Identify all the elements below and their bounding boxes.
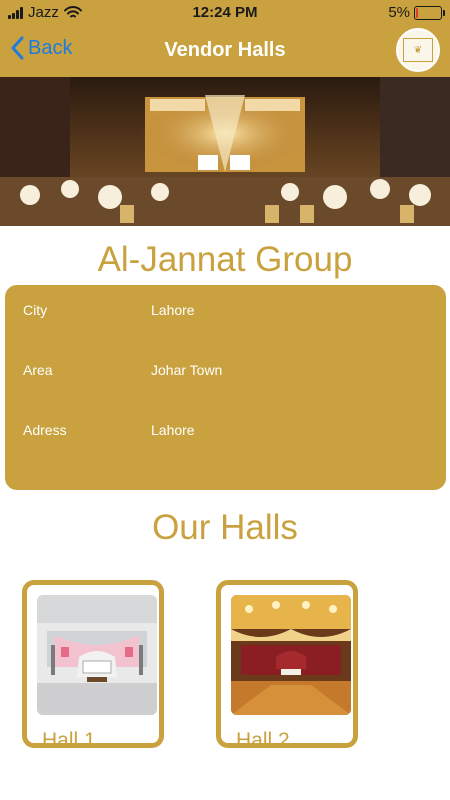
hall-photo [37, 595, 157, 715]
halls-heading: Our Halls [152, 508, 298, 547]
hall-label: Hall 1 [42, 729, 96, 752]
battery-percent: 5% [388, 4, 410, 21]
detail-value: Lahore [151, 422, 195, 438]
detail-label: Adress [23, 422, 67, 438]
vendor-logo[interactable]: ❦ [396, 28, 440, 72]
vendor-details-card: City Lahore Area Johar Town Adress Lahor… [5, 285, 446, 490]
detail-label: Area [23, 362, 53, 378]
hall-label: Hall 2 [236, 729, 290, 752]
detail-row-city: City Lahore [23, 302, 423, 322]
battery-icon [414, 5, 445, 20]
page-title: Vendor Halls [164, 39, 286, 61]
logo-emblem: ❦ [403, 38, 433, 62]
top-bar: Jazz 12:24 PM 5% Back Vendor Halls ❦ [0, 0, 450, 77]
vendor-name: Al-Jannat Group [97, 240, 353, 279]
hall-photo [231, 595, 351, 715]
battery-fill [416, 7, 418, 18]
hall-card-2[interactable]: Hall 2 [216, 580, 358, 752]
hero-image [0, 77, 450, 226]
detail-row-address: Adress Lahore [23, 422, 423, 442]
detail-label: City [23, 302, 48, 318]
navigation-bar: Back Vendor Halls ❦ [0, 28, 450, 74]
detail-value: Lahore [151, 302, 195, 318]
hall-card-1[interactable]: Hall 1 [22, 580, 164, 752]
status-bar: Jazz 12:24 PM 5% [0, 0, 450, 26]
detail-row-area: Area Johar Town [23, 362, 423, 382]
detail-value: Johar Town [151, 362, 223, 378]
status-time: 12:24 PM [192, 4, 258, 21]
